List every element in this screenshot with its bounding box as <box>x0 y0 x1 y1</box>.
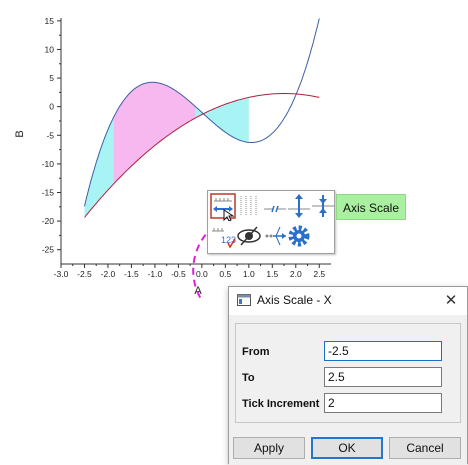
axis-reduce-button[interactable] <box>310 193 336 219</box>
y-tick-label: -10 <box>42 159 55 169</box>
fields-group: From To Tick Increment <box>235 323 461 423</box>
y-tick-label: 0 <box>49 102 54 112</box>
axis-break-button[interactable] <box>262 193 288 219</box>
dialog-window-icon <box>237 294 251 306</box>
ok-button[interactable]: OK <box>311 437 383 459</box>
from-label: From <box>242 346 270 358</box>
x-tick-label: 2.5 <box>313 269 325 279</box>
tick-increment-label: Tick Increment <box>242 398 320 410</box>
dialog-title: Axis Scale - X <box>257 293 332 307</box>
tick-labels-button[interactable]: 123 <box>210 223 236 249</box>
x-tick-label: 0.0 <box>196 269 208 279</box>
axis-scale-tooltip: Axis Scale <box>336 194 407 220</box>
fill-region-3 <box>195 97 249 143</box>
axis-rescale-button[interactable] <box>262 223 288 249</box>
axis-mini-toolbar: 123 <box>207 190 335 254</box>
x-tick-label: -0.5 <box>171 269 186 279</box>
x-tick-label: 2.0 <box>290 269 302 279</box>
visibility-icon <box>237 226 261 246</box>
y-tick-label: -5 <box>46 130 54 140</box>
grid-lines-icon <box>240 196 257 216</box>
x-tick-label: 0.5 <box>219 269 231 279</box>
x-tick-label: 1.5 <box>266 269 278 279</box>
y-tick-label: -20 <box>42 216 55 226</box>
y-tick-label: -15 <box>42 187 55 197</box>
dialog-body: From To Tick Increment Apply OK Cancel <box>229 315 467 465</box>
fill-region-1 <box>84 117 114 218</box>
y-tick-label: 15 <box>45 16 55 26</box>
y-tick-label: 5 <box>49 73 54 83</box>
settings-gear-icon <box>288 225 310 247</box>
y-tick-label: -25 <box>42 245 55 255</box>
axis-scale-button[interactable] <box>210 193 236 221</box>
x-tick-label: -2.5 <box>77 269 92 279</box>
tick-increment-input[interactable] <box>324 393 442 413</box>
from-input[interactable] <box>324 341 442 361</box>
apply-button[interactable]: Apply <box>233 437 305 459</box>
dialog-titlebar[interactable]: Axis Scale - X ✕ <box>229 287 467 315</box>
axis-break-icon <box>264 205 286 213</box>
grid-lines-button[interactable] <box>236 193 262 219</box>
to-input[interactable] <box>324 367 442 387</box>
x-tick-label: -1.5 <box>124 269 139 279</box>
y-axis-title: B <box>14 130 26 137</box>
x-tick-label: -2.0 <box>101 269 116 279</box>
to-label: To <box>242 372 255 384</box>
settings-gear-button[interactable] <box>286 223 312 249</box>
x-tick-label: -3.0 <box>54 269 69 279</box>
axis-scale-icon <box>210 193 236 221</box>
x-tick-label: -1.0 <box>148 269 163 279</box>
close-button[interactable]: ✕ <box>441 291 461 311</box>
axis-scale-dialog: Axis Scale - X ✕ From To Tick Increment … <box>228 286 468 465</box>
plot-area: -3.0 -2.5 -2.0 -1.5 -1.0 -0.5 0.0 0.5 1.0 1.5 2.0 2… <box>14 16 331 300</box>
axis-extend-icon <box>288 194 310 218</box>
cancel-button[interactable]: Cancel <box>389 437 461 459</box>
axis-reduce-icon <box>312 195 334 217</box>
y-tick-label: 10 <box>45 44 55 54</box>
visibility-button[interactable] <box>236 223 262 249</box>
axis-rescale-icon <box>265 226 286 246</box>
x-tick-label: 1.0 <box>243 269 255 279</box>
axis-extend-button[interactable] <box>286 193 312 219</box>
tick-labels-icon: 123 <box>212 228 236 249</box>
